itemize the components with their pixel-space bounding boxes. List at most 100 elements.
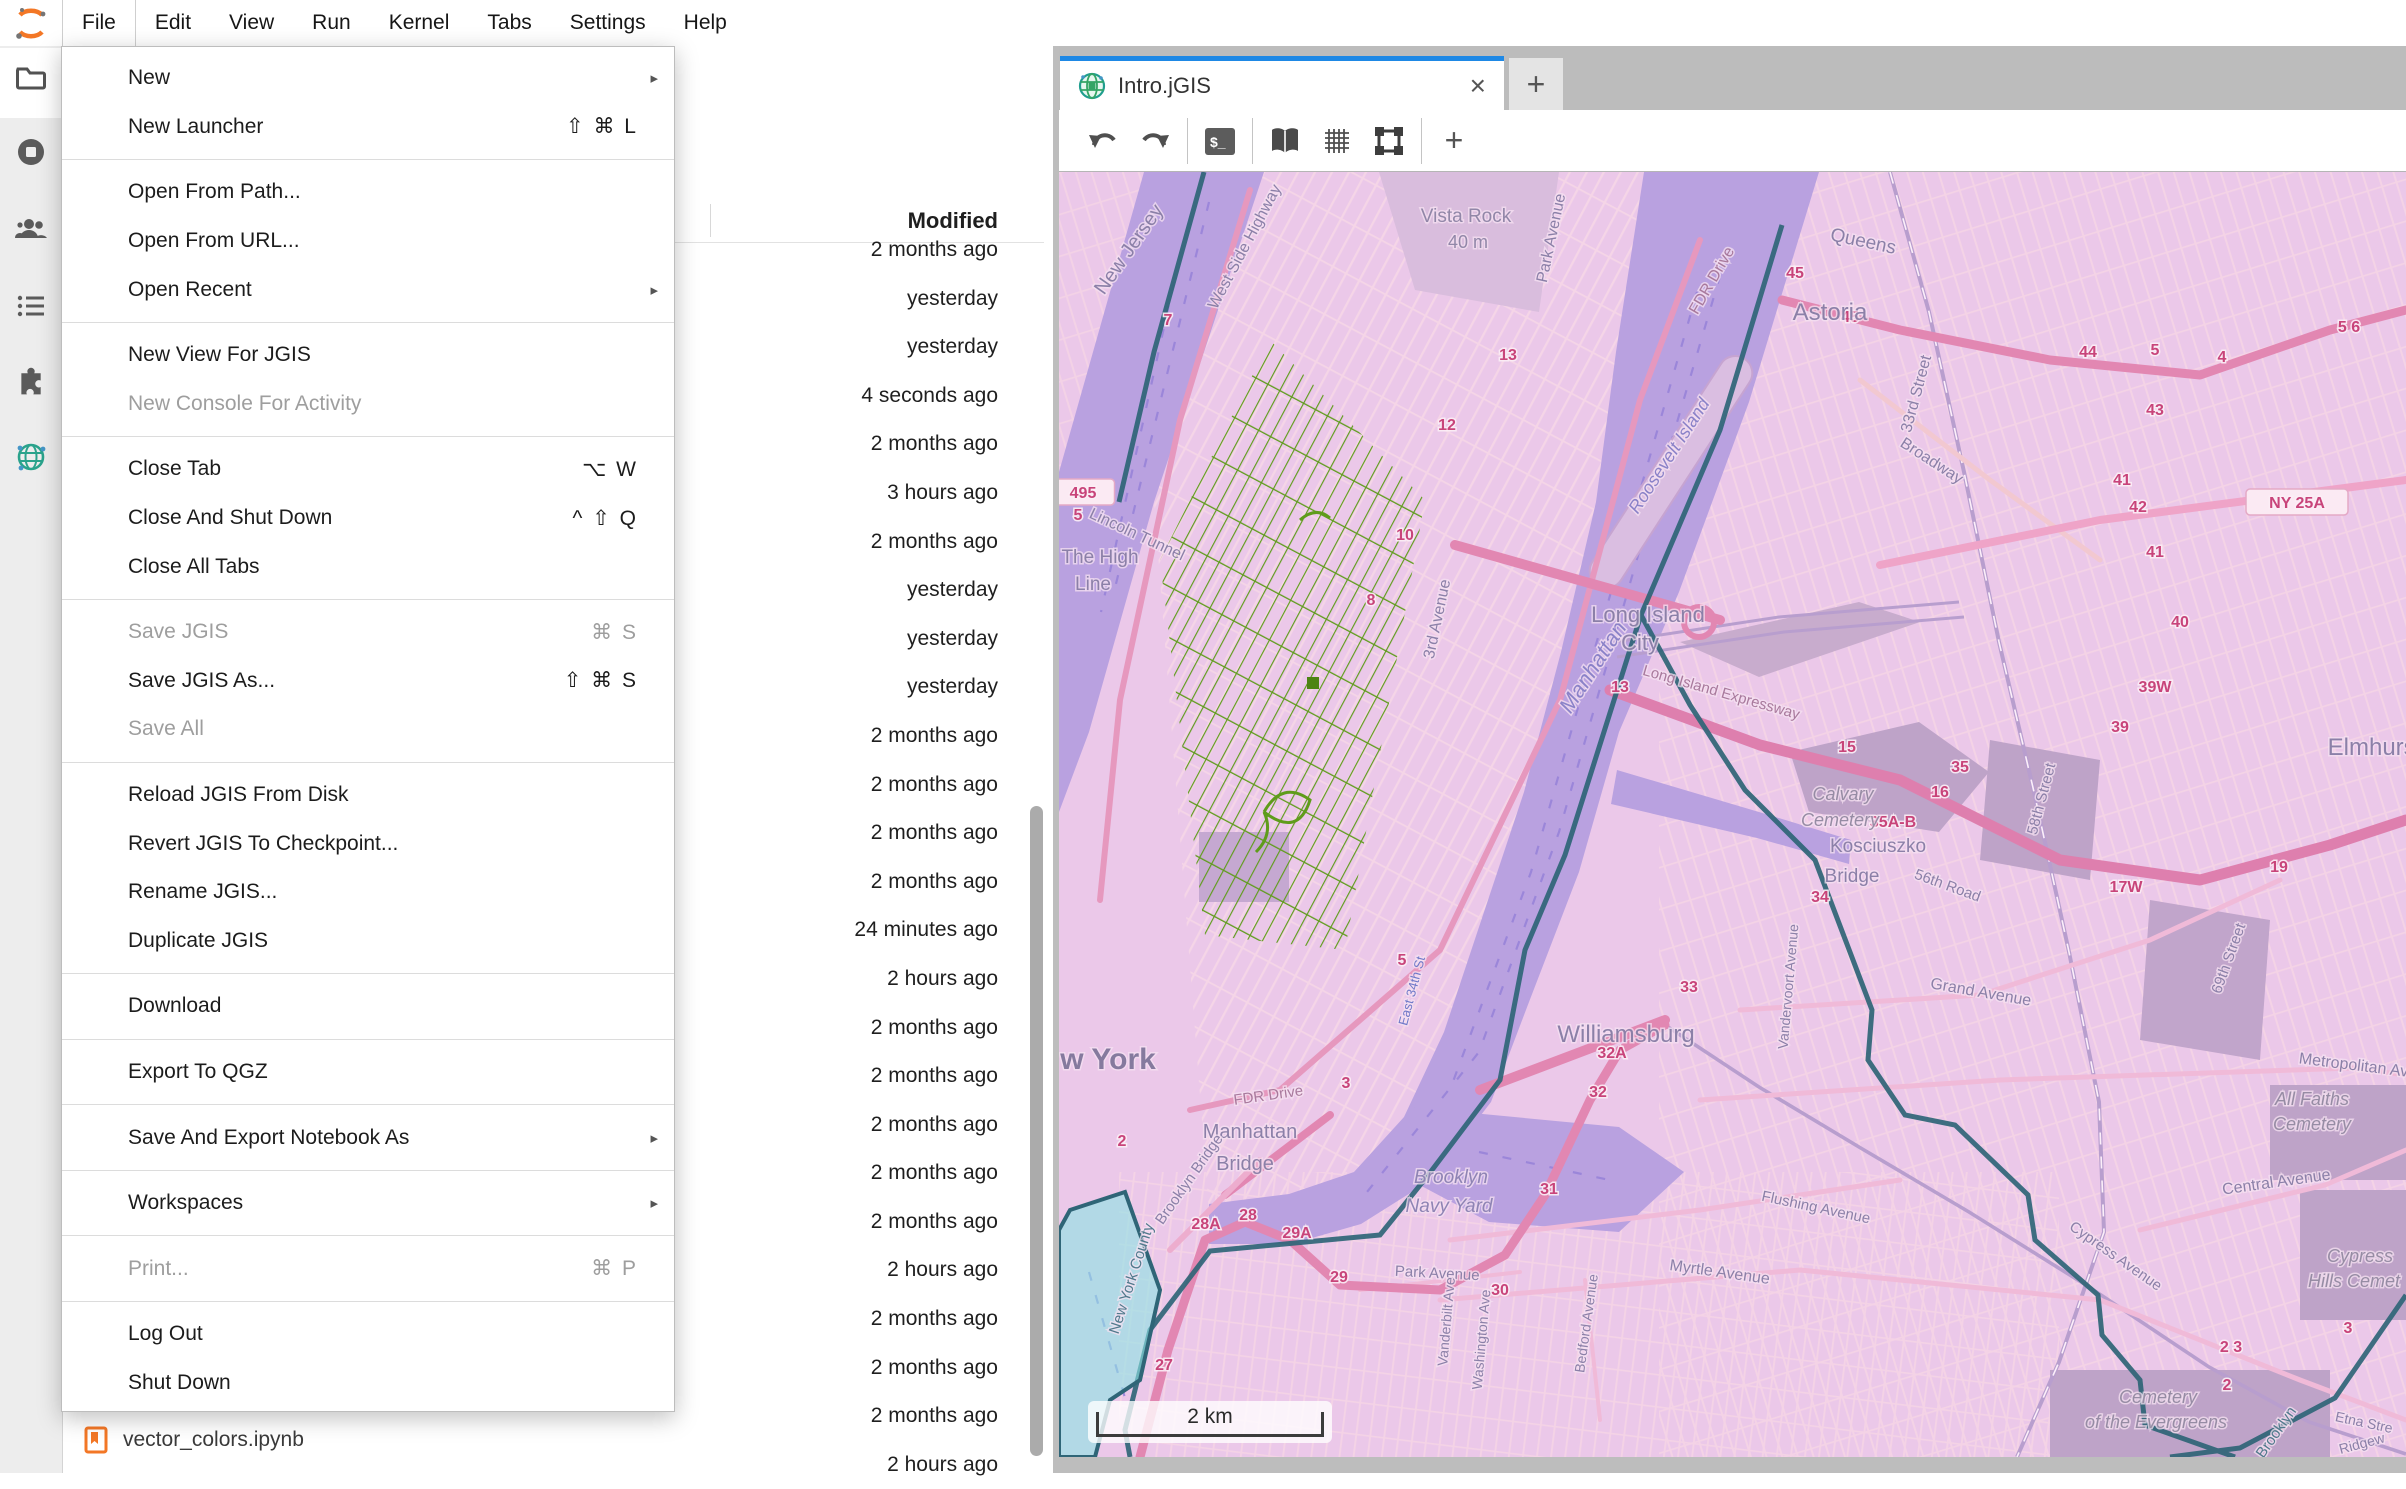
menu-item-save-jgis-as[interactable]: Save JGIS As...⇧ ⌘ S: [62, 657, 674, 706]
panel-bottom-edge: [1059, 1457, 2406, 1473]
menu-item-close-and-shut-down[interactable]: Close And Shut Down^ ⇧ Q: [62, 494, 674, 543]
menu-separator: [62, 599, 674, 600]
menubar-item-view[interactable]: View: [210, 0, 293, 46]
route-shield-45: 45: [1786, 265, 1804, 282]
route-shield-ny-25a: NY 25A: [2269, 495, 2325, 512]
menu-item-new-view-for-jgis[interactable]: New View For JGIS: [62, 331, 674, 380]
redo-button[interactable]: [1129, 118, 1181, 164]
route-shield-34: 34: [1811, 889, 1829, 906]
file-modified-cell[interactable]: 2 months ago: [680, 1149, 998, 1198]
file-modified-cell[interactable]: 2 months ago: [680, 1344, 998, 1393]
file-modified-cell[interactable]: yesterday: [680, 615, 998, 664]
menu-item-save-jgis[interactable]: Save JGIS⌘ S: [62, 608, 674, 657]
file-modified-cell[interactable]: 2 months ago: [680, 1392, 998, 1441]
file-modified-cell[interactable]: 24 minutes ago: [680, 906, 998, 955]
file-modified-cell[interactable]: 2 months ago: [680, 1052, 998, 1101]
file-modified-cell[interactable]: 2 months ago: [680, 858, 998, 907]
menu-item-download[interactable]: Download: [62, 982, 674, 1031]
add-layer-button[interactable]: +: [1428, 118, 1480, 164]
menubar-item-help[interactable]: Help: [665, 0, 746, 46]
undo-button[interactable]: [1077, 118, 1129, 164]
tab-close-icon[interactable]: ×: [1464, 70, 1492, 102]
menu-item-label: Save And Export Notebook As: [128, 1126, 640, 1150]
polygon-select-button[interactable]: [1363, 118, 1415, 164]
menubar-item-file[interactable]: File: [62, 0, 136, 46]
console-button[interactable]: $_: [1194, 118, 1246, 164]
menu-item-rename-jgis[interactable]: Rename JGIS...: [62, 868, 674, 917]
map-scale-bar: 2 km: [1088, 1401, 1332, 1443]
file-modified-cell[interactable]: 2 months ago: [680, 1101, 998, 1150]
file-modified-cell[interactable]: 2 months ago: [680, 1295, 998, 1344]
file-modified-cell[interactable]: 2 months ago: [680, 712, 998, 761]
file-modified-cell[interactable]: yesterday: [680, 663, 998, 712]
file-modified-cell[interactable]: 2 months ago: [680, 1198, 998, 1247]
activity-sidebar: [0, 0, 63, 1473]
menu-item-workspaces[interactable]: Workspaces▸: [62, 1179, 674, 1228]
file-modified-cell[interactable]: 2 months ago: [680, 1004, 998, 1053]
menu-item-label: New Console For Activity: [128, 392, 658, 416]
menu-item-new-console-for-activity[interactable]: New Console For Activity: [62, 380, 674, 429]
menu-item-save-all[interactable]: Save All: [62, 705, 674, 754]
open-book-button[interactable]: [1259, 118, 1311, 164]
menubar-item-edit[interactable]: Edit: [136, 0, 210, 46]
menu-item-open-from-path[interactable]: Open From Path...: [62, 168, 674, 217]
menu-item-export-to-qgz[interactable]: Export To QGZ: [62, 1048, 674, 1097]
menubar-item-kernel[interactable]: Kernel: [370, 0, 469, 46]
menu-item-new-launcher[interactable]: New Launcher⇧ ⌘ L: [62, 103, 674, 152]
route-shield-3: 3: [2344, 1320, 2353, 1337]
file-modified-cell[interactable]: yesterday: [680, 275, 998, 324]
menubar-item-run[interactable]: Run: [293, 0, 370, 46]
menu-item-duplicate-jgis[interactable]: Duplicate JGIS: [62, 917, 674, 966]
map-label-40-m: 40 m: [1448, 232, 1488, 252]
collaboration-users-icon[interactable]: [14, 212, 48, 246]
jgis-globe-tab-icon: [1078, 72, 1106, 100]
menu-item-reload-jgis-from-disk[interactable]: Reload JGIS From Disk: [62, 771, 674, 820]
jgis-map-canvas[interactable]: 495NY 25A71312510845454454435 6414241403…: [1059, 172, 2406, 1457]
menu-item-print[interactable]: Print...⌘ P: [62, 1244, 674, 1293]
file-modified-cell[interactable]: yesterday: [680, 566, 998, 615]
file-modified-cell[interactable]: yesterday: [680, 323, 998, 372]
menu-item-open-recent[interactable]: Open Recent▸: [62, 265, 674, 314]
file-modified-cell[interactable]: 2 months ago: [680, 518, 998, 567]
menu-item-new[interactable]: New▸: [62, 54, 674, 103]
add-tab-button[interactable]: +: [1509, 58, 1563, 110]
menu-item-label: New Launcher: [128, 115, 566, 139]
menubar-item-settings[interactable]: Settings: [551, 0, 665, 46]
file-name: vector_colors.ipynb: [123, 1428, 304, 1452]
file-modified-cell[interactable]: 2 months ago: [680, 761, 998, 810]
file-item-vector-colors[interactable]: vector_colors.ipynb: [84, 1426, 304, 1454]
menu-item-label: Close Tab: [128, 457, 582, 481]
file-browser-scrollbar[interactable]: [1030, 806, 1043, 1456]
running-sessions-icon[interactable]: [14, 135, 48, 169]
file-modified-cell[interactable]: 2 months ago: [680, 226, 998, 275]
jgis-globe-icon[interactable]: [14, 440, 48, 474]
menu-item-open-from-url[interactable]: Open From URL...: [62, 217, 674, 266]
route-shield-2-3: 2 3: [2220, 1339, 2242, 1356]
tab-intro-jgis[interactable]: Intro.jGIS ×: [1060, 56, 1504, 110]
route-shield-28: 28: [1239, 1207, 1257, 1224]
file-modified-cell[interactable]: 2 hours ago: [680, 1441, 998, 1489]
menubar-item-tabs[interactable]: Tabs: [468, 0, 550, 46]
file-modified-cell[interactable]: 3 hours ago: [680, 469, 998, 518]
map-label-cemetery: Cemetery: [2273, 1114, 2352, 1134]
extension-puzzle-icon[interactable]: [14, 364, 48, 398]
file-modified-cell[interactable]: 2 hours ago: [680, 955, 998, 1004]
menu-item-close-tab[interactable]: Close Tab⌥ W: [62, 445, 674, 494]
menu-item-save-and-export-notebook-as[interactable]: Save And Export Notebook As▸: [62, 1113, 674, 1162]
menu-item-log-out[interactable]: Log Out: [62, 1310, 674, 1359]
menu-item-label: Download: [128, 994, 658, 1018]
menu-item-label: Save JGIS: [128, 620, 591, 644]
file-modified-cell[interactable]: 4 seconds ago: [680, 372, 998, 421]
route-shield-39w: 39W: [2139, 679, 2173, 696]
file-listing-modified-column: 2 months agoyesterdayyesterday4 seconds …: [680, 226, 998, 1489]
file-modified-cell[interactable]: 2 months ago: [680, 809, 998, 858]
menu-item-close-all-tabs[interactable]: Close All Tabs: [62, 542, 674, 591]
grid-pixelize-button[interactable]: [1311, 118, 1363, 164]
file-browser-folder-icon[interactable]: [14, 60, 48, 94]
menu-item-revert-jgis-to-checkpoint[interactable]: Revert JGIS To Checkpoint...: [62, 819, 674, 868]
file-modified-cell[interactable]: 2 hours ago: [680, 1246, 998, 1295]
table-of-contents-icon[interactable]: [14, 289, 48, 323]
menu-item-shortcut: ⇧ ⌘ S: [564, 668, 638, 693]
menu-item-shut-down[interactable]: Shut Down: [62, 1359, 674, 1408]
file-modified-cell[interactable]: 2 months ago: [680, 420, 998, 469]
